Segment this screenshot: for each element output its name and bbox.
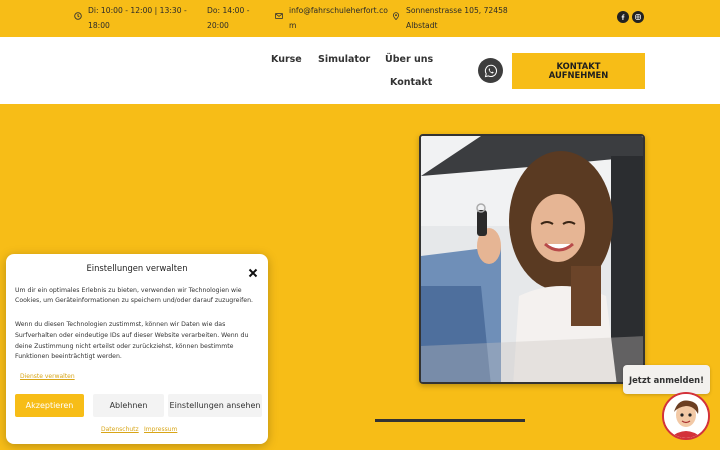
- cookie-consent-modal: Einstellungen verwalten Um dir ein optim…: [6, 254, 268, 444]
- nav-item-ueber-uns[interactable]: Über uns: [385, 54, 433, 65]
- clock-icon: [74, 12, 82, 20]
- view-settings-button[interactable]: Einstellungen ansehen: [168, 394, 262, 417]
- nav-item-kontakt[interactable]: Kontakt: [390, 77, 432, 88]
- chat-avatar[interactable]: [662, 392, 710, 440]
- deny-button[interactable]: Ablehnen: [93, 394, 164, 417]
- nav-item-kurse[interactable]: Kurse: [271, 54, 302, 65]
- hero-photo-girl-in-car: [419, 134, 645, 384]
- chat-bubble[interactable]: Jetzt anmelden!: [623, 365, 710, 394]
- instagram-icon[interactable]: [632, 11, 644, 23]
- envelope-icon: [275, 12, 283, 20]
- accept-button[interactable]: Akzeptieren: [15, 394, 84, 417]
- opening-hours-text-2: Do: 14:00 - 20:00: [207, 6, 250, 30]
- close-icon[interactable]: [248, 263, 258, 278]
- map-pin-icon: [392, 12, 400, 20]
- top-info-bar: Di: 10:00 - 12:00 | 13:30 - 18:00 Do: 14…: [0, 0, 720, 37]
- nav-item-simulator[interactable]: Simulator: [318, 54, 370, 65]
- whatsapp-icon[interactable]: [478, 58, 503, 83]
- privacy-link[interactable]: Datenschutz: [101, 426, 139, 433]
- opening-hours-text-1: Di: 10:00 - 12:00 | 13:30 - 18:00: [88, 6, 187, 30]
- consent-title: Einstellungen verwalten: [86, 263, 188, 273]
- address-info: Sonnenstrasse 105, 72458 Albstadt: [392, 3, 508, 33]
- opening-hours-1: Di: 10:00 - 12:00 | 13:30 - 18:00: [74, 3, 187, 33]
- consent-text-2: Wenn du diesen Technologien zustimmst, k…: [15, 321, 249, 361]
- email-info[interactable]: info@fahrschuleherfort.co m: [275, 3, 388, 33]
- email-text[interactable]: info@fahrschuleherfort.co m: [289, 3, 388, 33]
- contact-cta-button[interactable]: KONTAKT AUFNEHMEN: [512, 53, 645, 89]
- opening-hours-2: Do: 14:00 - 20:00: [207, 3, 250, 33]
- address-text: Sonnenstrasse 105, 72458 Albstadt: [406, 6, 508, 30]
- imprint-link[interactable]: Impressum: [144, 426, 177, 433]
- section-divider: [375, 419, 525, 422]
- consent-text-1: Um dir ein optimales Erlebnis zu bieten,…: [15, 287, 253, 304]
- manage-services-link[interactable]: Dienste verwalten: [20, 373, 75, 380]
- facebook-icon[interactable]: [617, 11, 629, 23]
